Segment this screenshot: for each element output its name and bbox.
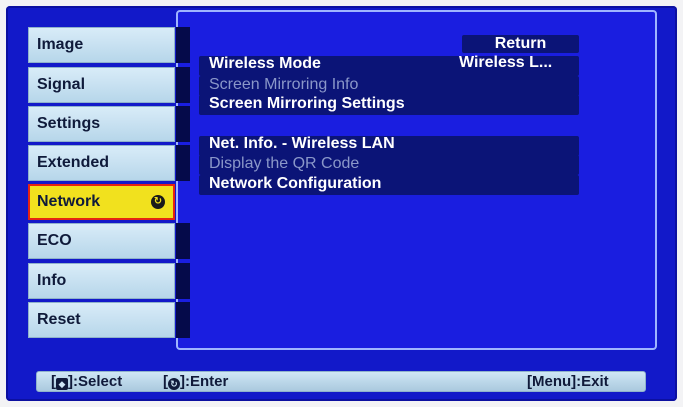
- tab-divider: [176, 27, 190, 63]
- sidebar-item-label: Reset: [37, 311, 81, 328]
- sidebar-item-label: Image: [37, 36, 84, 53]
- screen-mirroring-info-label: Screen Mirroring Info: [209, 76, 359, 93]
- tab-divider: [176, 223, 190, 259]
- sidebar-item-signal[interactable]: Signal: [28, 67, 175, 103]
- screen-mirroring-settings-label: Screen Mirroring Settings: [209, 95, 405, 112]
- enter-hint: [↻]:Enter: [163, 373, 229, 390]
- sidebar-item-label: Network: [37, 193, 101, 210]
- sidebar-item-image[interactable]: Image: [28, 27, 175, 63]
- sidebar-item-network[interactable]: Network ↻: [28, 184, 175, 220]
- sidebar-item-label: Extended: [37, 154, 110, 171]
- select-hint: [◆]:Select: [51, 373, 123, 390]
- sidebar-item-settings[interactable]: Settings: [28, 106, 175, 142]
- tab-divider: [176, 263, 190, 299]
- sidebar-item-label: Signal: [37, 76, 86, 93]
- net-info-wireless-lan-label: Net. Info. - Wireless LAN: [209, 135, 395, 152]
- menu-exit-hint: [Menu]:Exit: [527, 373, 609, 390]
- tab-divider: [176, 302, 190, 338]
- sidebar-item-reset[interactable]: Reset: [28, 302, 175, 338]
- sidebar-item-label: Info: [37, 272, 67, 289]
- return-button[interactable]: Return: [462, 35, 579, 53]
- sidebar-item-info[interactable]: Info: [28, 263, 175, 299]
- wireless-mode-label: Wireless Mode: [209, 55, 321, 72]
- tab-divider: [176, 67, 190, 103]
- help-bar: [◆]:Select [↻]:Enter [Menu]:Exit: [36, 371, 646, 392]
- network-configuration-label: Network Configuration: [209, 175, 382, 192]
- enter-icon: ↻: [151, 195, 165, 209]
- sidebar-item-extended[interactable]: Extended: [28, 145, 175, 181]
- display-qr-code-label: Display the QR Code: [209, 155, 360, 172]
- enter-icon: ↻: [168, 378, 180, 390]
- wireless-mode-value: Wireless L...: [459, 54, 553, 71]
- tab-divider: [176, 145, 190, 181]
- sidebar-item-label: Settings: [37, 115, 101, 132]
- updown-arrow-icon: ◆: [56, 378, 68, 390]
- tab-divider: [176, 106, 190, 142]
- sidebar-item-eco[interactable]: ECO: [28, 223, 175, 259]
- sidebar-item-label: ECO: [37, 232, 72, 249]
